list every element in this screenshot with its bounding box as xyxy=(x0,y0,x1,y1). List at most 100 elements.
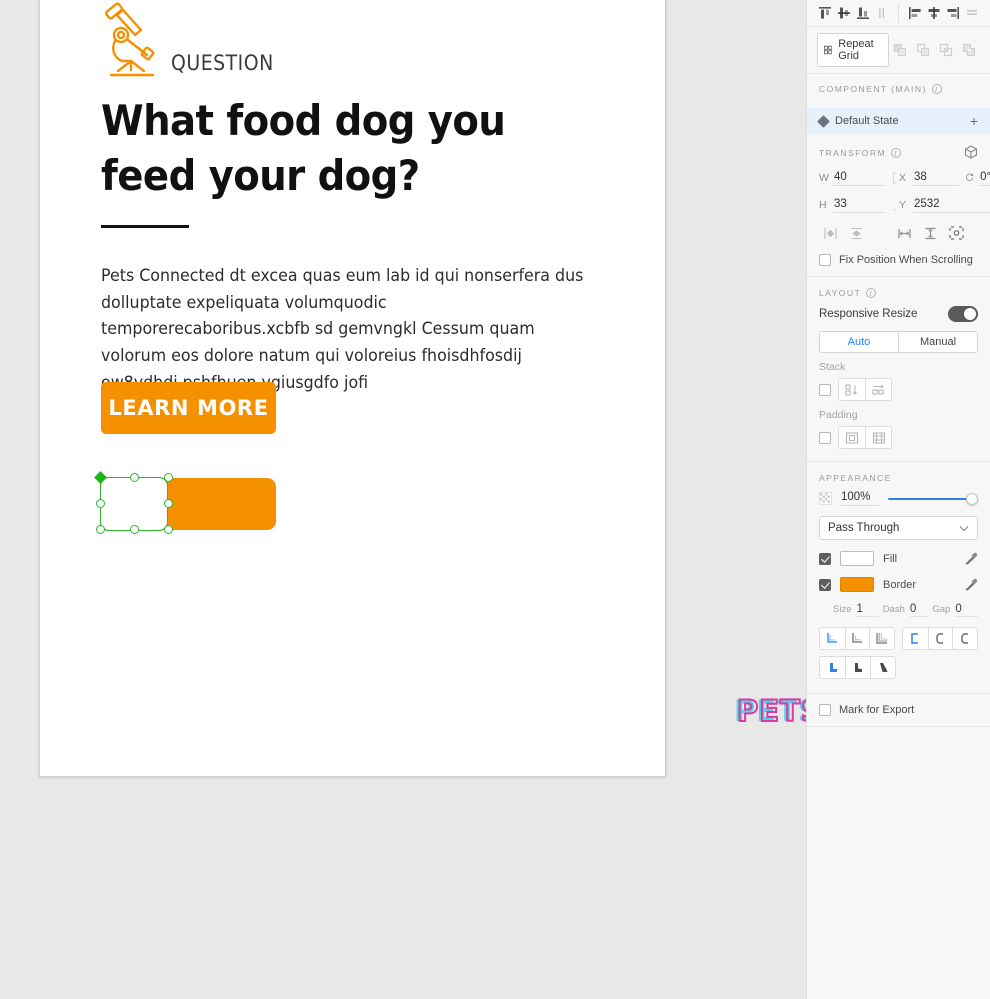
corner-angled-icon[interactable] xyxy=(870,657,895,678)
flip-horizontal-icon[interactable] xyxy=(819,222,841,244)
microscope-icon xyxy=(104,2,155,77)
3d-transform-icon[interactable] xyxy=(964,145,978,161)
transform-section: TRANSFORM i W 40 X 38 0° H xyxy=(807,134,990,277)
width-input[interactable]: 40 xyxy=(833,169,885,186)
layout-mode-manual[interactable]: Manual xyxy=(898,332,977,352)
union-icon[interactable] xyxy=(889,39,911,61)
mark-for-export-row[interactable]: Mark for Export xyxy=(807,693,990,727)
mark-for-export-checkbox[interactable] xyxy=(819,704,831,716)
align-right-icon[interactable] xyxy=(943,2,962,24)
align-bottom-icon[interactable] xyxy=(854,2,873,24)
border-join-miter-icon[interactable] xyxy=(903,628,928,649)
border-checkbox[interactable] xyxy=(819,578,831,591)
info-icon[interactable]: i xyxy=(891,148,902,158)
align-center-icon[interactable] xyxy=(924,2,943,24)
component-state-default[interactable]: Default State + xyxy=(807,108,990,134)
resize-handle-right[interactable] xyxy=(164,499,173,508)
flip-vertical-icon[interactable] xyxy=(845,222,867,244)
align-top-icon[interactable] xyxy=(815,2,834,24)
align-middle-icon[interactable] xyxy=(834,2,853,24)
intersect-icon[interactable] xyxy=(935,39,957,61)
border-join-bevel-icon[interactable] xyxy=(952,628,977,649)
border-label: Border xyxy=(883,578,917,591)
repeat-grid-button[interactable]: Repeat Grid xyxy=(817,33,889,67)
opacity-value[interactable]: 100% xyxy=(841,491,879,506)
gap-label: Gap xyxy=(932,604,951,615)
component-title-text: COMPONENT (MAIN) xyxy=(819,84,927,94)
stack-checkbox[interactable] xyxy=(819,383,831,396)
resize-handle-bottom[interactable] xyxy=(130,525,139,534)
size-input[interactable]: 1 xyxy=(856,603,879,617)
component-section: COMPONENT (MAIN) i xyxy=(807,74,990,108)
resize-handle-bottom-right[interactable] xyxy=(164,525,173,534)
gap-input[interactable]: 0 xyxy=(955,603,979,617)
lock-aspect-icon[interactable] xyxy=(885,171,899,185)
appearance-title-text: APPEARANCE xyxy=(819,473,892,483)
border-outside-icon[interactable] xyxy=(869,628,894,649)
stack-horizontal-icon[interactable] xyxy=(865,379,891,400)
resize-handle-top-right[interactable] xyxy=(164,473,173,482)
height-input[interactable]: 33 xyxy=(833,196,885,213)
rotation-icon xyxy=(965,173,974,181)
subtract-icon[interactable] xyxy=(912,39,934,61)
width-label: W xyxy=(819,171,829,184)
y-label: Y xyxy=(899,198,907,211)
border-join-group xyxy=(902,627,978,650)
stack-label: Stack xyxy=(819,361,846,373)
dash-input[interactable]: 0 xyxy=(909,603,929,617)
repeat-grid-label: Repeat Grid xyxy=(838,38,874,62)
border-swatch[interactable] xyxy=(840,577,874,592)
y-input[interactable]: 2532 xyxy=(913,196,990,213)
distribute-vertical-icon[interactable] xyxy=(873,2,892,24)
add-state-icon[interactable]: + xyxy=(970,114,978,128)
resize-handle-bottom-left[interactable] xyxy=(96,525,105,534)
fill-checkbox[interactable] xyxy=(819,552,831,565)
x-input[interactable]: 38 xyxy=(913,169,959,186)
canvas-area[interactable]: QUESTION What food dog you feed your dog… xyxy=(0,0,823,999)
opacity-slider-knob[interactable] xyxy=(966,492,978,505)
layout-mode-auto[interactable]: Auto xyxy=(820,332,898,352)
padding-checkbox[interactable] xyxy=(819,431,831,444)
distribute-horizontal-spacing-icon[interactable] xyxy=(893,222,915,244)
fix-position-checkbox[interactable] xyxy=(819,254,831,266)
rotation-input[interactable]: 0° xyxy=(979,169,990,186)
resize-handle-left[interactable] xyxy=(96,499,105,508)
artboard[interactable]: QUESTION What food dog you feed your dog… xyxy=(39,0,666,777)
align-to-pixel-grid-icon[interactable] xyxy=(945,222,967,244)
transform-section-title: TRANSFORM i xyxy=(819,145,978,161)
lock-aspect-bottom-icon xyxy=(885,198,899,212)
stack-vertical-icon[interactable] xyxy=(839,379,865,400)
chevron-down-icon xyxy=(959,525,969,531)
eyedropper-icon[interactable] xyxy=(965,552,978,565)
exclude-icon[interactable] xyxy=(958,39,980,61)
fill-row: Fill xyxy=(819,551,978,566)
selection-bounding-box[interactable] xyxy=(100,477,168,531)
fill-swatch[interactable] xyxy=(840,551,874,566)
distribute-horizontal-icon[interactable] xyxy=(963,2,982,24)
fix-position-row[interactable]: Fix Position When Scrolling xyxy=(819,248,978,268)
info-icon[interactable]: i xyxy=(866,288,877,298)
border-cap-row xyxy=(819,656,978,679)
opacity-row: 100% xyxy=(819,491,978,506)
mark-for-export-label: Mark for Export xyxy=(839,704,915,716)
border-join-round-icon[interactable] xyxy=(927,628,953,649)
responsive-resize-toggle[interactable] xyxy=(948,306,978,322)
eyedropper-icon[interactable] xyxy=(965,578,978,591)
component-section-title: COMPONENT (MAIN) i xyxy=(819,84,978,94)
border-inside-icon[interactable] xyxy=(820,628,845,649)
corner-round-icon[interactable] xyxy=(845,657,870,678)
padding-uniform-icon[interactable] xyxy=(839,427,865,448)
boolean-ops-group xyxy=(889,39,980,61)
distribute-vertical-spacing-icon[interactable] xyxy=(919,222,941,244)
opacity-slider[interactable] xyxy=(888,492,978,505)
transform-tools-row xyxy=(819,222,978,244)
info-icon[interactable]: i xyxy=(931,84,942,94)
corner-sharp-icon[interactable] xyxy=(820,657,845,678)
align-left-icon[interactable] xyxy=(905,2,924,24)
border-center-icon[interactable] xyxy=(844,628,870,649)
padding-individual-icon[interactable] xyxy=(865,427,891,448)
resize-handle-top[interactable] xyxy=(130,473,139,482)
learn-more-button[interactable]: LEARN MORE xyxy=(101,382,276,434)
layout-section: LAYOUT i Responsive Resize Auto Manual S… xyxy=(807,277,990,462)
blend-mode-select[interactable]: Pass Through xyxy=(819,516,978,540)
